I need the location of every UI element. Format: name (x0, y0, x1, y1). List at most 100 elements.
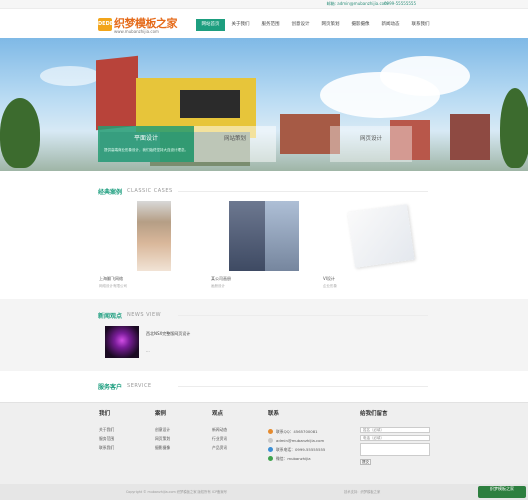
contact-wechat-text: 微信：mubanzhijia (276, 455, 311, 461)
footer-col-heading: 给我们留言 (360, 411, 388, 417)
case-subcaption: 画册设计 (211, 284, 225, 288)
site-logo[interactable]: DEDE 织梦模板之家 www.mubanzhijia.com (98, 15, 178, 35)
contact-email-text[interactable]: admin@mubanzhijia.com (276, 438, 324, 443)
banner-caption-title: 平面设计 (133, 135, 158, 142)
watermark-logo: 织梦模板之家 (478, 486, 526, 498)
news-thumbnail[interactable] (105, 326, 139, 358)
footer-col-about: 我们 关于我们 服务范围 联系我们 (99, 409, 114, 454)
logo-url: www.mubanzhijia.com (114, 29, 159, 34)
case-image (229, 201, 265, 271)
nav-about[interactable]: 关于我们 (226, 19, 255, 31)
contact-email: admin@mubanzhijia.com (268, 436, 325, 445)
nav-news[interactable]: 新闻动态 (376, 19, 405, 31)
nav-photography[interactable]: 摄影摄像 (346, 19, 375, 31)
copyright-text: Copyright © mubanzhijia.com 织梦模板之家 版权所有 … (126, 490, 227, 494)
banner-caption-desc: 提供高端商业形象设计，我们始终坚持大连设计理念。 (104, 148, 188, 152)
banner-building (96, 55, 138, 131)
footer-col-views: 观点 新闻动态 行业资讯 产品资讯 (212, 409, 227, 454)
banner-building (180, 90, 240, 118)
news-item-title[interactable]: 西北NSX完整版网页设计 (146, 331, 190, 337)
message-phone-input[interactable]: 电话（必填） (360, 435, 430, 441)
nav-services[interactable]: 服务范围 (256, 19, 285, 31)
top-strip: 邮箱: admin@mubanzhijia.com 0999-55555555 (0, 0, 528, 9)
section-divider (178, 386, 428, 387)
footer-col-heading: 我们 (99, 411, 111, 417)
cases-title-cn: 经典案例 (98, 188, 123, 196)
service-section-title: 服务客户 SERVICE (98, 381, 428, 391)
service-title-en: SERVICE (127, 383, 152, 389)
footer-link[interactable]: 服务范围 (99, 436, 114, 445)
top-email: 邮箱: admin@mubanzhijia.com (326, 1, 388, 6)
footer-link[interactable]: 新闻动态 (212, 427, 227, 436)
case-image (347, 204, 415, 268)
footer-link[interactable]: 产品资讯 (212, 445, 227, 454)
footer-col-contact: 联系 联系QQ：4565700081 admin@mubanzhijia.com… (268, 409, 325, 463)
message-content-input[interactable] (360, 443, 430, 456)
banner-tree (0, 98, 40, 168)
case-thumb[interactable] (228, 201, 300, 271)
banner-caption-active[interactable]: 平面设计 提供高端商业形象设计，我们始终坚持大连设计理念。 (98, 126, 194, 162)
cases-section-title: 经典案例 CLASSIC CASES (98, 186, 428, 196)
footer-link[interactable]: 行业资讯 (212, 436, 227, 445)
qq-icon (268, 429, 273, 434)
banner-cloud (40, 66, 100, 86)
wechat-icon (268, 456, 273, 461)
footer-col-heading: 案例 (155, 411, 167, 417)
nav-design[interactable]: 创意设计 (286, 19, 315, 31)
footer-link[interactable]: 联系我们 (99, 445, 114, 454)
email-icon (268, 438, 273, 443)
footer-link[interactable]: 创意设计 (155, 427, 170, 436)
nav-contact[interactable]: 联系我们 (406, 19, 435, 31)
case-subcaption: 企业形象 (323, 284, 337, 288)
case-thumb[interactable] (118, 201, 190, 271)
logo-badge: DEDE (98, 18, 113, 31)
banner-caption-item-title: 网页设计 (359, 136, 382, 142)
footer-link[interactable]: 摄影摄像 (155, 445, 170, 454)
nav-home[interactable]: 网站首页 (196, 19, 225, 31)
news-section (0, 299, 528, 371)
case-image (265, 201, 299, 271)
site-header: DEDE 织梦模板之家 www.mubanzhijia.com 网站首页 关于我… (0, 9, 528, 38)
contact-qq: 联系QQ：4565700081 (268, 427, 325, 436)
contact-wechat: 微信：mubanzhijia (268, 454, 325, 463)
section-divider (178, 315, 428, 316)
message-submit-button[interactable]: 提交 (360, 459, 371, 465)
banner-cloud (380, 56, 470, 96)
banner-caption-item[interactable]: 网页设计 (330, 126, 412, 162)
footer-link[interactable]: 网页策划 (155, 436, 170, 445)
contact-phone: 联系电话：0999-55555555 (268, 445, 325, 454)
news-title-cn: 新闻观点 (98, 312, 123, 320)
banner-building (450, 114, 490, 160)
banner-caption-item-title: 网站策划 (223, 136, 246, 142)
footer-col-cases: 案例 创意设计 网页策划 摄影摄像 (155, 409, 170, 454)
top-phone: 0999-55555555 (384, 1, 416, 6)
section-divider (178, 191, 428, 192)
main-nav: 网站首页 关于我们 服务范围 创意设计 网页策划 摄影摄像 新闻动态 联系我们 (196, 19, 436, 31)
message-name-input[interactable]: 姓名（必填） (360, 427, 430, 433)
contact-qq-text: 联系QQ：4565700081 (276, 428, 318, 434)
tech-support-text: 技术支持：织梦模板之家 (344, 490, 381, 494)
news-section-title: 新闻观点 NEWS VIEW (98, 310, 428, 320)
contact-phone-text: 联系电话：0999-55555555 (276, 446, 326, 452)
case-caption[interactable]: 某公司画册 (211, 276, 231, 282)
case-image (137, 201, 171, 271)
footer-col-heading: 联系 (268, 411, 280, 417)
banner-tree (500, 88, 528, 168)
cases-title-en: CLASSIC CASES (127, 188, 173, 194)
footer-link[interactable]: 关于我们 (99, 427, 114, 436)
phone-icon (268, 447, 273, 452)
footer-col-message: 给我们留言 姓名（必填） 电话（必填） 提交 (360, 409, 430, 465)
hero-banner[interactable]: 平面设计 提供高端商业形象设计，我们始终坚持大连设计理念。 网站策划 网页设计 (0, 38, 528, 171)
news-item-more[interactable]: ... (146, 348, 150, 353)
banner-caption-item[interactable]: 网站策划 (194, 126, 276, 162)
service-title-cn: 服务客户 (98, 383, 123, 391)
news-title-en: NEWS VIEW (127, 312, 162, 318)
case-caption[interactable]: VI设计 (323, 276, 335, 282)
case-subcaption: 网络设计有限公司 (99, 284, 127, 288)
nav-web-planning[interactable]: 网页策划 (316, 19, 345, 31)
copyright-bar: Copyright © mubanzhijia.com 织梦模板之家 版权所有 … (0, 484, 528, 500)
case-thumb[interactable] (340, 201, 422, 271)
case-caption[interactable]: 上海翻飞网络 (99, 276, 123, 282)
site-footer (0, 402, 528, 484)
footer-col-heading: 观点 (212, 411, 224, 417)
